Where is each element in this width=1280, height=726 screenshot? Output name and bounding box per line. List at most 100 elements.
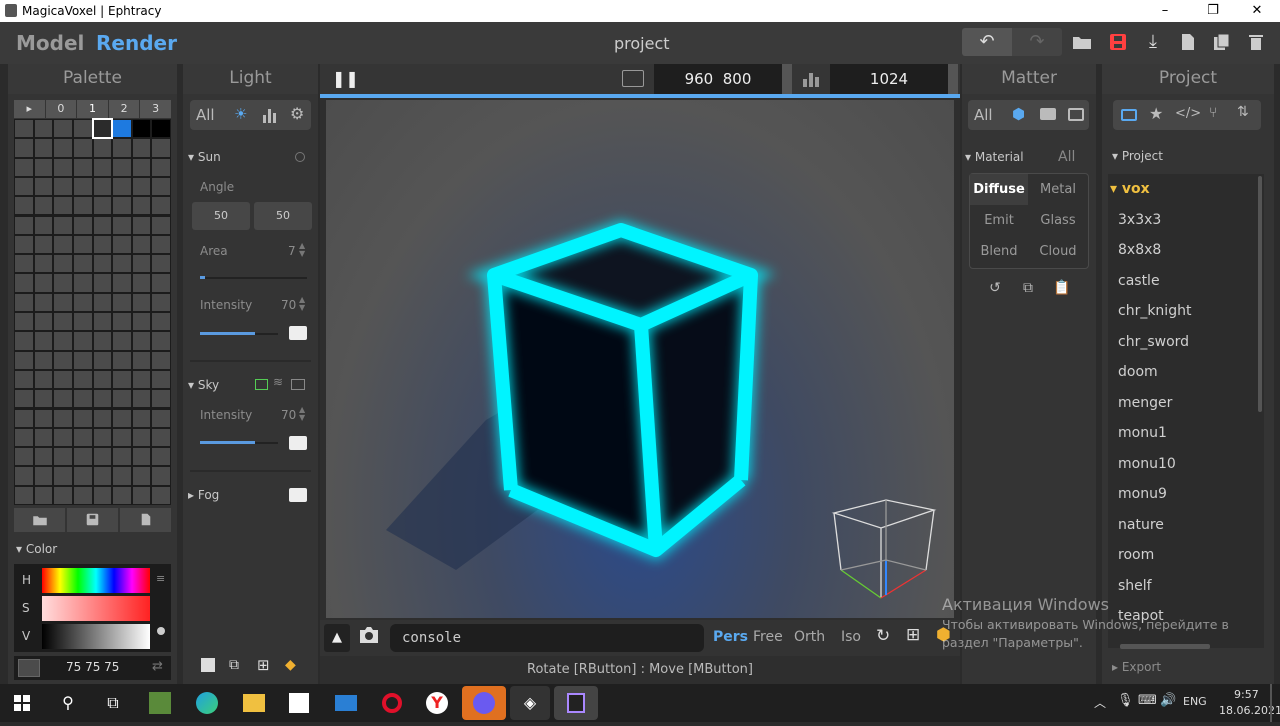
palette-swatch[interactable] (54, 428, 72, 447)
palette-swatch[interactable] (73, 255, 92, 273)
sky-image-icon[interactable] (291, 379, 305, 390)
palette-swatch[interactable] (132, 274, 151, 292)
palette-swatch[interactable] (15, 448, 33, 466)
sky-uniform-icon[interactable] (255, 379, 268, 390)
palette-swatch[interactable] (15, 235, 33, 254)
gear-icon[interactable]: ⚙ (290, 104, 304, 123)
image-size-icon[interactable] (622, 70, 644, 87)
frame-icon[interactable]: ⊞ (906, 625, 920, 645)
palette-swatch[interactable] (93, 139, 112, 157)
delete-button[interactable] (1240, 28, 1272, 56)
folder-icon[interactable] (1121, 109, 1137, 121)
star-icon[interactable]: ★ (1149, 104, 1163, 123)
sun-intensity-stepper[interactable]: ▲ ▼ (299, 296, 305, 312)
palette-swatch[interactable] (34, 351, 53, 369)
palette-swatch[interactable] (34, 274, 53, 292)
palette-swatch[interactable] (15, 216, 33, 234)
project-file-item[interactable]: chr_sword (1108, 327, 1264, 358)
sky-intensity-stepper[interactable]: ▲ ▼ (299, 406, 305, 422)
palette-swatch[interactable] (54, 390, 72, 408)
palette-swatch[interactable] (73, 235, 92, 254)
palette-swatch[interactable] (54, 255, 72, 273)
palette-swatch[interactable] (73, 216, 92, 234)
palette-swatch[interactable] (152, 139, 170, 157)
palette-swatch[interactable] (93, 274, 112, 292)
voxel-mode-icon[interactable] (201, 658, 215, 672)
palette-swatch[interactable] (152, 177, 170, 196)
palette-swatch[interactable] (54, 313, 72, 331)
value-slider[interactable] (42, 624, 150, 649)
palette-swatch[interactable] (73, 274, 92, 292)
palette-swatch[interactable] (113, 370, 131, 389)
sort-icon[interactable]: ⇅ (1237, 104, 1249, 120)
yandex-app[interactable]: Y (420, 686, 454, 720)
palette-swatch[interactable] (132, 120, 151, 138)
volume-icon[interactable]: 🔊 (1160, 693, 1176, 708)
discord-app[interactable] (462, 686, 506, 720)
palette-swatch[interactable] (73, 293, 92, 311)
palette-swatch[interactable] (152, 235, 170, 254)
palette-swatch[interactable] (132, 467, 151, 485)
palette-swatch[interactable] (73, 332, 92, 350)
palette-swatch[interactable] (54, 177, 72, 196)
palette-swatch[interactable] (34, 467, 53, 485)
project-file-item[interactable]: menger (1108, 388, 1264, 419)
palette-swatch[interactable] (34, 177, 53, 196)
material-cloud[interactable]: Cloud (1029, 236, 1087, 267)
palette-swatch[interactable] (113, 313, 131, 331)
view-iso[interactable]: Iso (841, 629, 861, 645)
material-glass[interactable]: Glass (1029, 205, 1087, 236)
palette-swatch[interactable] (15, 158, 33, 176)
show-desktop-button[interactable] (1270, 684, 1272, 722)
magicavoxel-app[interactable] (554, 686, 598, 720)
palette-swatch[interactable] (152, 158, 170, 176)
palette-swatch[interactable] (132, 313, 151, 331)
palette-swatch[interactable] (54, 158, 72, 176)
palette-swatch[interactable] (15, 255, 33, 273)
palette-swatch[interactable] (73, 448, 92, 466)
palette-swatch[interactable] (15, 332, 33, 350)
project-file-item[interactable]: monu10 (1108, 449, 1264, 480)
redo-button[interactable]: ↷ (1012, 28, 1062, 56)
palette-swatch[interactable] (73, 409, 92, 427)
palette-swatch[interactable] (34, 197, 53, 215)
resolution-scroll[interactable] (782, 64, 792, 94)
image-icon[interactable] (1068, 108, 1084, 121)
sun-color-swatch[interactable] (289, 326, 307, 340)
palette-swatch[interactable] (132, 235, 151, 254)
palette-swatch[interactable] (34, 486, 53, 504)
samples-icon[interactable] (802, 71, 820, 91)
swap-icon[interactable]: ⇄ (152, 659, 163, 674)
material-paste-icon[interactable]: 📋 (1051, 277, 1073, 299)
palette-swatch[interactable] (132, 428, 151, 447)
fog-color-swatch[interactable] (289, 488, 307, 502)
palette-swatch[interactable] (34, 216, 53, 234)
palette-swatch[interactable] (54, 486, 72, 504)
palette-swatch[interactable] (93, 313, 112, 331)
mail-app[interactable] (329, 686, 363, 720)
palette-swatch[interactable] (15, 409, 33, 427)
palette-swatch[interactable] (54, 216, 72, 234)
save-button[interactable] (1102, 28, 1134, 56)
task-view-button[interactable]: ⧉ (96, 686, 130, 720)
project-section-header[interactable]: ▾ Project (1112, 149, 1163, 163)
palette-swatch[interactable] (93, 293, 112, 311)
palette-swatch[interactable] (152, 428, 170, 447)
sun-icon[interactable]: ☀ (234, 105, 247, 123)
palette-swatch[interactable] (152, 313, 170, 331)
saturation-slider[interactable] (42, 596, 150, 621)
edge-app[interactable] (190, 686, 224, 720)
palette-swatch[interactable] (73, 197, 92, 215)
project-scrollbar[interactable] (1258, 176, 1262, 412)
palette-swatch[interactable] (113, 448, 131, 466)
palette-swatch[interactable] (34, 428, 53, 447)
palette-swatch[interactable] (113, 467, 131, 485)
palette-swatch[interactable] (93, 409, 112, 427)
area-slider[interactable] (200, 277, 307, 279)
palette-swatch[interactable] (54, 235, 72, 254)
palette-swatch[interactable] (34, 370, 53, 389)
sky-section-header[interactable]: ▾ Sky (188, 378, 219, 392)
palette-page-1[interactable]: 1 (77, 100, 108, 118)
palette-swatch[interactable] (93, 486, 112, 504)
resolution-field[interactable]: 960 800 (654, 64, 782, 94)
